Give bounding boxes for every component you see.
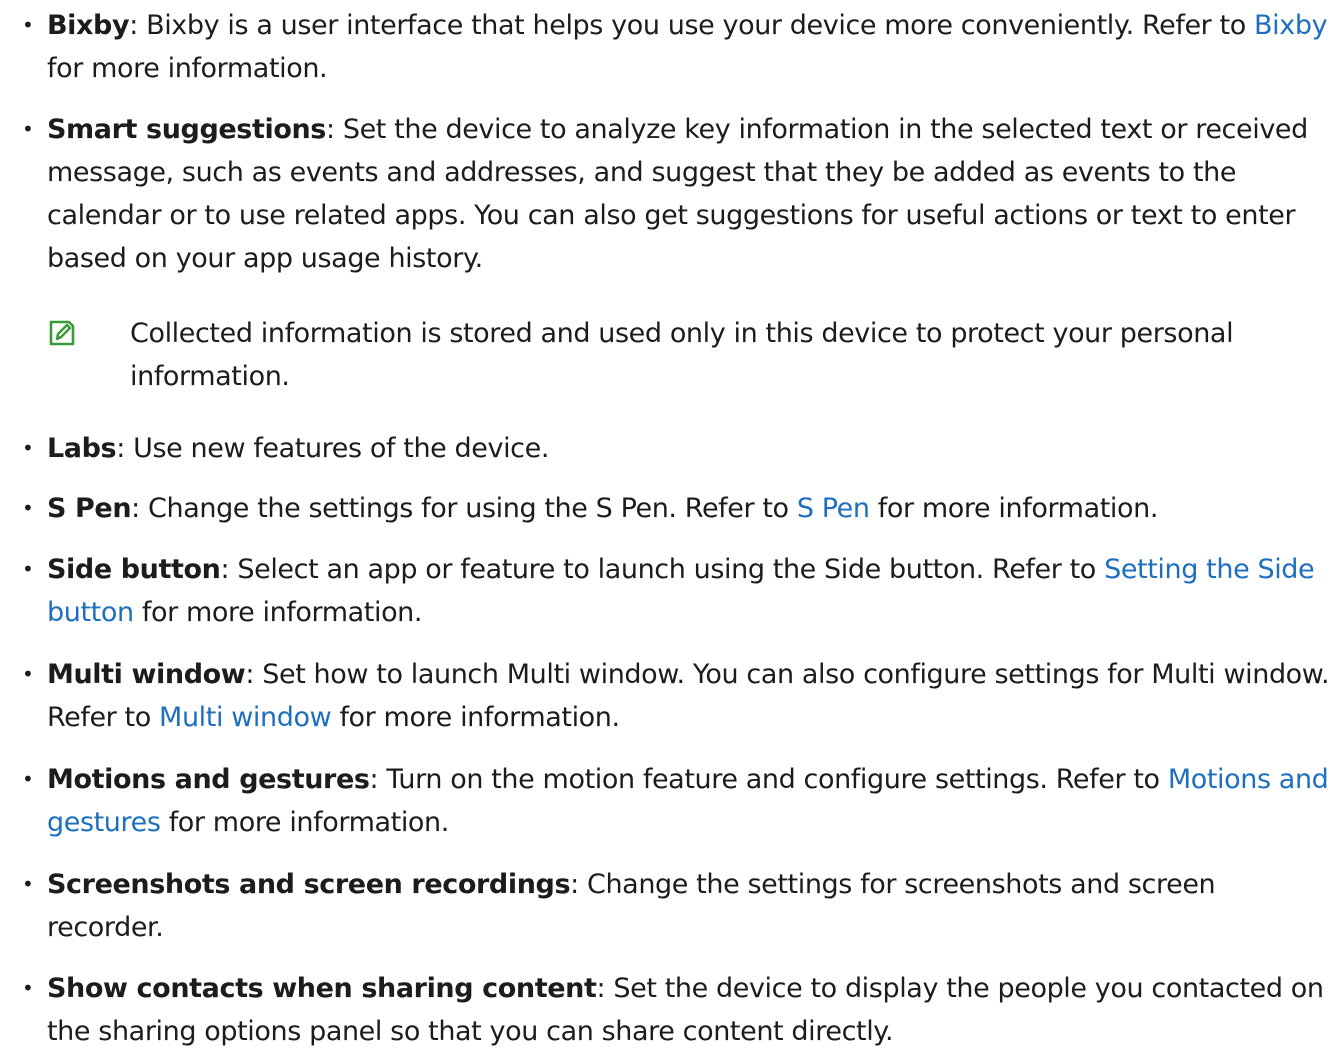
list-item-motions-and-gestures: • Motions and gestures: Turn on the moti… (22, 758, 1332, 844)
link-s-pen[interactable]: S Pen (797, 493, 870, 524)
bullet: • (22, 117, 34, 141)
bullet: • (22, 767, 34, 791)
item-description: : Change the settings for using the S Pe… (131, 493, 797, 524)
link-bixby[interactable]: Bixby (1254, 10, 1328, 41)
term-label: S Pen (47, 493, 132, 524)
list-item-text: Motions and gestures: Turn on the motion… (47, 758, 1332, 844)
list-item-labs: • Labs: Use new features of the device. (22, 427, 1332, 470)
item-description-end: for more information. (160, 807, 450, 838)
note-pencil-icon (49, 320, 75, 346)
item-description: : Turn on the motion feature and configu… (369, 764, 1168, 795)
term-label: Screenshots and screen recordings (47, 869, 571, 900)
item-description-end: for more information. (133, 597, 423, 628)
bullet: • (22, 496, 34, 520)
list-item-show-contacts-when-sharing-content: • Show contacts when sharing content: Se… (22, 967, 1332, 1053)
bullet: • (22, 872, 34, 896)
list-item-side-button: • Side button: Select an app or feature … (22, 548, 1332, 634)
item-description-end: for more information. (47, 53, 328, 84)
bullet: • (22, 436, 34, 460)
list-item-text: Multi window: Set how to launch Multi wi… (47, 653, 1332, 739)
item-description: : Bixby is a user interface that helps y… (129, 10, 1255, 41)
term-label: Smart suggestions (47, 114, 326, 145)
term-label: Side button (47, 554, 221, 585)
list-item-bixby: • Bixby: Bixby is a user interface that … (22, 4, 1332, 90)
list-item-smart-suggestions: • Smart suggestions: Set the device to a… (22, 108, 1332, 280)
term-label: Bixby (47, 10, 130, 41)
list-item-text: Side button: Select an app or feature to… (47, 548, 1332, 634)
list-item-text: S Pen: Change the settings for using the… (47, 487, 1332, 530)
list-item-text: Show contacts when sharing content: Set … (47, 967, 1332, 1053)
bullet: • (22, 976, 34, 1000)
term-label: Motions and gestures (47, 764, 370, 795)
bullet: • (22, 662, 34, 686)
note-text: Collected information is stored and used… (130, 318, 1234, 392)
list-item-text: Bixby: Bixby is a user interface that he… (47, 4, 1332, 90)
item-description-end: for more information. (331, 702, 620, 733)
term-label: Labs (47, 433, 117, 464)
list-item-text: Screenshots and screen recordings: Chang… (47, 863, 1332, 949)
item-description: : Select an app or feature to launch usi… (220, 554, 1105, 585)
item-description: : Use new features of the device. (116, 433, 550, 464)
bullet: • (22, 557, 34, 581)
list-item-text: Smart suggestions: Set the device to ana… (47, 108, 1332, 280)
list-item-screenshots-and-screen-recordings: • Screenshots and screen recordings: Cha… (22, 863, 1332, 949)
note-block: Collected information is stored and used… (47, 312, 1327, 398)
bullet: • (22, 13, 34, 37)
document-page: • Bixby: Bixby is a user interface that … (0, 0, 1341, 1061)
link-multi-window[interactable]: Multi window (159, 702, 332, 733)
list-item-s-pen: • S Pen: Change the settings for using t… (22, 487, 1332, 530)
item-description-end: for more information. (869, 493, 1159, 524)
term-label: Multi window (47, 659, 246, 690)
term-label: Show contacts when sharing content (47, 973, 597, 1004)
list-item-multi-window: • Multi window: Set how to launch Multi … (22, 653, 1332, 739)
list-item-text: Labs: Use new features of the device. (47, 427, 1332, 470)
